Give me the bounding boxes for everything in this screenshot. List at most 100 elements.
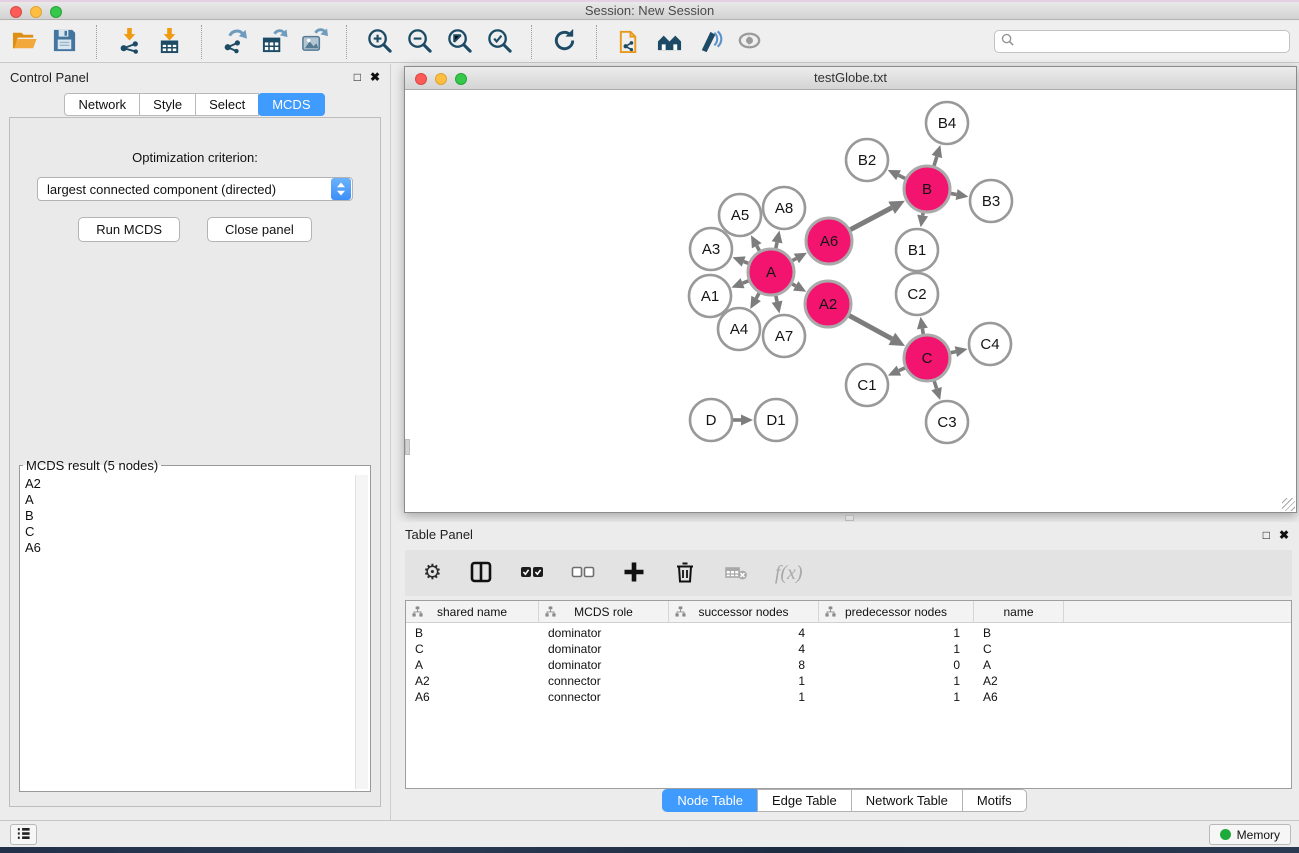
cell-shared_name[interactable]: C <box>406 641 539 657</box>
tab-mcds[interactable]: MCDS <box>258 93 324 116</box>
columns-button[interactable] <box>469 558 493 588</box>
network-document-button[interactable] <box>611 25 647 59</box>
cell-shared_name[interactable]: A6 <box>406 689 539 705</box>
show-details-button[interactable] <box>731 25 767 59</box>
float-panel-icon[interactable]: □ <box>354 71 361 83</box>
cell-mcds_role[interactable]: connector <box>539 673 669 689</box>
save-session-button[interactable] <box>46 25 82 59</box>
tab-select[interactable]: Select <box>195 93 259 116</box>
function-builder-button[interactable]: f(x) <box>775 558 803 588</box>
column-header-successor-nodes[interactable]: successor nodes <box>669 601 819 622</box>
cell-successor_nodes[interactable]: 1 <box>669 673 819 689</box>
cell-name[interactable]: A <box>974 657 1064 673</box>
app-title: Session: New Session <box>0 2 1299 20</box>
cell-name[interactable]: A2 <box>974 673 1064 689</box>
cell-predecessor_nodes[interactable]: 1 <box>819 673 974 689</box>
memory-button[interactable]: Memory <box>1209 824 1291 845</box>
close-window-button[interactable] <box>10 6 22 18</box>
cell-successor_nodes[interactable]: 8 <box>669 657 819 673</box>
panel-divider[interactable] <box>391 514 1299 522</box>
cell-shared_name[interactable]: B <box>406 625 539 641</box>
tab-style[interactable]: Style <box>139 93 196 116</box>
cell-shared_name[interactable]: A <box>406 657 539 673</box>
deselect-all-button[interactable] <box>571 558 595 588</box>
close-table-panel-icon[interactable]: ✖ <box>1279 529 1289 541</box>
tab-network[interactable]: Network <box>64 93 140 116</box>
mcds-result-item[interactable]: A2 <box>25 476 351 492</box>
cell-name[interactable]: C <box>974 641 1064 657</box>
zoom-window-button[interactable] <box>50 6 62 18</box>
cell-mcds_role[interactable]: dominator <box>539 657 669 673</box>
cell-successor_nodes[interactable]: 4 <box>669 625 819 641</box>
node-label-C3: C3 <box>937 414 956 431</box>
divider-handle-icon[interactable] <box>845 515 854 521</box>
optimization-criterion-select[interactable]: largest connected component (directed) <box>37 177 353 201</box>
edge-A6-B[interactable] <box>846 208 892 232</box>
cell-successor_nodes[interactable]: 4 <box>669 641 819 657</box>
cell-mcds_role[interactable]: dominator <box>539 641 669 657</box>
gear-button[interactable]: ⚙ <box>423 558 442 588</box>
cell-name[interactable]: A6 <box>974 689 1064 705</box>
cell-predecessor_nodes[interactable]: 1 <box>819 625 974 641</box>
import-network-button[interactable] <box>111 25 147 59</box>
import-table-button[interactable] <box>151 25 187 59</box>
close-panel-button[interactable]: Close panel <box>207 217 312 242</box>
zoom-network-button[interactable] <box>455 73 467 85</box>
table-row[interactable]: Adominator80A <box>406 657 1291 673</box>
table-row[interactable]: Cdominator41C <box>406 641 1291 657</box>
mcds-result-item[interactable]: A6 <box>25 540 351 556</box>
tab-node-table[interactable]: Node Table <box>662 789 758 812</box>
zoom-fit-button[interactable] <box>441 25 477 59</box>
delete-table-button[interactable] <box>724 558 748 588</box>
column-header-name[interactable]: name <box>974 601 1064 622</box>
minimize-network-button[interactable] <box>435 73 447 85</box>
mcds-result-item[interactable]: A <box>25 492 351 508</box>
minimize-window-button[interactable] <box>30 6 42 18</box>
cell-name[interactable]: B <box>974 625 1064 641</box>
table-row[interactable]: A6connector11A6 <box>406 689 1291 705</box>
add-column-button[interactable] <box>622 558 646 588</box>
resize-grip[interactable] <box>1282 498 1295 511</box>
run-mcds-button[interactable]: Run MCDS <box>78 217 180 242</box>
column-header-shared-name[interactable]: shared name <box>406 601 539 622</box>
cell-successor_nodes[interactable]: 1 <box>669 689 819 705</box>
canvas-scrollbar-thumb[interactable] <box>405 439 410 455</box>
cell-predecessor_nodes[interactable]: 0 <box>819 657 974 673</box>
tab-edge-table[interactable]: Edge Table <box>757 789 852 812</box>
cell-shared_name[interactable]: A2 <box>406 673 539 689</box>
open-file-button[interactable] <box>6 25 42 59</box>
cell-predecessor_nodes[interactable]: 1 <box>819 641 974 657</box>
close-network-button[interactable] <box>415 73 427 85</box>
float-table-panel-icon[interactable]: □ <box>1263 529 1270 541</box>
cell-mcds_role[interactable]: connector <box>539 689 669 705</box>
hide-labels-button[interactable] <box>691 25 727 59</box>
mcds-result-item[interactable]: B <box>25 508 351 524</box>
export-network-button[interactable] <box>216 25 252 59</box>
zoom-in-button[interactable] <box>361 25 397 59</box>
cell-predecessor_nodes[interactable]: 1 <box>819 689 974 705</box>
select-all-button[interactable] <box>520 558 544 588</box>
zoom-out-button[interactable] <box>401 25 437 59</box>
search-input[interactable] <box>1014 35 1283 49</box>
network-window-titlebar[interactable]: testGlobe.txt <box>405 67 1296 90</box>
table-row[interactable]: A2connector11A2 <box>406 673 1291 689</box>
mcds-result-list[interactable]: A2ABCA6 <box>22 475 354 789</box>
delete-column-button[interactable] <box>673 558 697 588</box>
close-panel-icon[interactable]: ✖ <box>370 71 380 83</box>
export-image-button[interactable] <box>296 25 332 59</box>
mcds-result-item[interactable]: C <box>25 524 351 540</box>
table-row[interactable]: Bdominator41B <box>406 625 1291 641</box>
column-header-MCDS-role[interactable]: MCDS role <box>539 601 669 622</box>
zoom-selected-button[interactable] <box>481 25 517 59</box>
tab-motifs[interactable]: Motifs <box>962 789 1027 812</box>
cell-mcds_role[interactable]: dominator <box>539 625 669 641</box>
task-history-button[interactable] <box>10 824 37 845</box>
export-table-button[interactable] <box>256 25 292 59</box>
column-header-predecessor-nodes[interactable]: predecessor nodes <box>819 601 974 622</box>
edge-A2-C[interactable] <box>845 313 892 339</box>
home-button[interactable] <box>651 25 687 59</box>
refresh-button[interactable] <box>546 25 582 59</box>
result-scrollbar[interactable] <box>355 475 368 789</box>
network-canvas[interactable]: AA1A2A3A4A5A6A7A8BB1B2B3B4CC1C2C3C4DD1 <box>405 91 1296 512</box>
tab-network-table[interactable]: Network Table <box>851 789 963 812</box>
